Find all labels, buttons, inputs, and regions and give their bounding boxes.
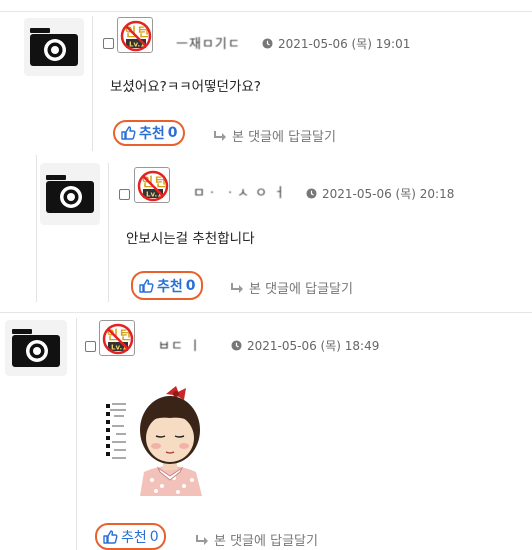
like-button[interactable]: 추천 0	[95, 523, 166, 550]
select-checkbox[interactable]	[85, 341, 96, 352]
like-count: 0	[185, 277, 196, 294]
intern-badge-icon: 인 턴 Lv.1	[137, 170, 169, 202]
like-count: 0	[167, 125, 178, 141]
top-divider	[0, 11, 532, 12]
level-badge: 인 턴 Lv.1	[134, 167, 170, 203]
thread-line-1	[92, 16, 93, 151]
comment-date-text: 2021-05-06 (목) 20:18	[322, 187, 455, 201]
level-badge: 인 턴 Lv.1	[99, 320, 135, 356]
nickname[interactable]: ㅂㄷ ㅣ	[158, 335, 202, 354]
thumbs-up-icon	[121, 126, 136, 140]
thumbs-up-icon	[139, 278, 154, 293]
reply-arrow-icon	[196, 534, 208, 545]
thread-line-4	[76, 318, 77, 550]
like-button[interactable]: 추천 0	[113, 120, 185, 146]
like-count: 0	[149, 528, 159, 545]
sticker-image	[106, 386, 202, 496]
clock-icon	[306, 188, 317, 199]
like-button[interactable]: 추천 0	[131, 271, 203, 300]
nickname[interactable]: ㅁㆍ ㆍㅅ ㅇ ㅓ	[193, 182, 286, 201]
comment-date: 2021-05-06 (목) 20:18	[306, 185, 454, 202]
avatar[interactable]	[24, 18, 84, 76]
reply-link[interactable]: 본 댓글에 답글달기	[230, 278, 353, 297]
comment-body: 안보시는걸 추천합니다	[126, 231, 255, 247]
thumbs-up-icon	[103, 529, 118, 544]
reply-label: 본 댓글에 답글달기	[232, 130, 336, 145]
like-label: 추천	[121, 529, 147, 546]
select-checkbox[interactable]	[103, 38, 114, 49]
avatar[interactable]	[40, 163, 100, 225]
comment-date: 2021-05-06 (목) 19:01	[262, 35, 410, 52]
reply-arrow-icon	[214, 130, 226, 141]
thread-line-2	[36, 155, 37, 302]
camera-icon	[46, 175, 94, 213]
select-checkbox[interactable]	[119, 189, 130, 200]
intern-badge-icon: 인 턴 Lv.1	[102, 323, 134, 355]
intern-badge-icon: 인 턴 Lv.1	[120, 20, 152, 52]
reply-arrow-icon	[231, 282, 243, 293]
thread-line-3	[108, 163, 109, 302]
avatar[interactable]	[5, 320, 67, 376]
comment-body: 보셨어요?ㅋㅋ어떻던가요?	[110, 79, 261, 95]
like-label: 추천	[139, 126, 165, 142]
clock-icon	[262, 38, 273, 49]
comment-date-text: 2021-05-06 (목) 19:01	[278, 37, 411, 51]
section-divider	[0, 312, 532, 313]
reply-link[interactable]: 본 댓글에 답글달기	[195, 530, 318, 549]
reply-label: 본 댓글에 답글달기	[214, 534, 318, 549]
comment-date: 2021-05-06 (목) 18:49	[231, 337, 379, 354]
reply-link[interactable]: 본 댓글에 답글달기	[213, 126, 336, 145]
camera-icon	[30, 28, 78, 66]
comment-date-text: 2021-05-06 (목) 18:49	[247, 339, 380, 353]
clock-icon	[231, 340, 242, 351]
camera-icon	[12, 329, 60, 367]
level-badge: 인 턴 Lv.1	[117, 17, 153, 53]
nickname[interactable]: ㅡ재ㅁ기ㄷ	[176, 33, 241, 52]
like-label: 추천	[157, 278, 183, 295]
reply-label: 본 댓글에 답글달기	[249, 282, 353, 297]
